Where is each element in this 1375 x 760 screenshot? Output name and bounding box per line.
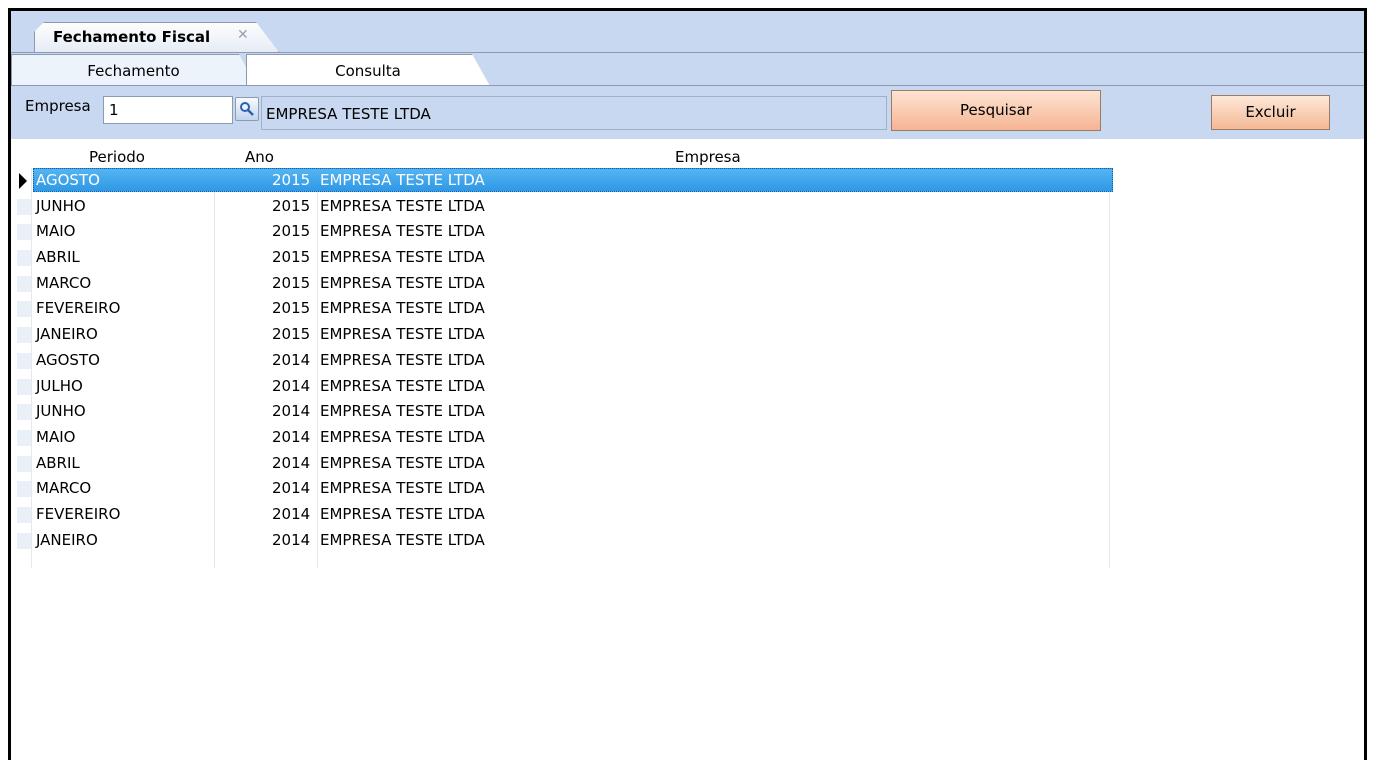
table-row[interactable]: ABRIL 2015 EMPRESA TESTE LTDA: [17, 245, 1103, 271]
close-icon[interactable]: ✕: [237, 27, 249, 43]
cell-ano: 2015: [272, 196, 311, 215]
column-header-periodo[interactable]: Periodo: [89, 148, 145, 166]
cell-empresa: EMPRESA TESTE LTDA: [320, 350, 485, 369]
cell-ano: 2015: [272, 222, 311, 241]
cell-ano: 2014: [272, 376, 311, 395]
row-indicator[interactable]: [17, 429, 31, 446]
cell-empresa: EMPRESA TESTE LTDA: [320, 479, 485, 498]
cell-ano: 2015: [272, 248, 311, 267]
row-indicator[interactable]: [17, 198, 31, 215]
excluir-button[interactable]: Excluir: [1211, 95, 1330, 130]
cell-empresa: EMPRESA TESTE LTDA: [320, 402, 485, 421]
cell-periodo: MARCO: [36, 479, 92, 498]
table-row[interactable]: MAIO 2015 EMPRESA TESTE LTDA: [17, 219, 1103, 245]
cell-periodo: JANEIRO: [36, 325, 98, 344]
pesquisar-button[interactable]: Pesquisar: [891, 90, 1101, 131]
cell-ano: 2014: [272, 479, 311, 498]
cell-periodo: MAIO: [36, 427, 76, 446]
row-indicator[interactable]: [17, 301, 31, 318]
cell-empresa: EMPRESA TESTE LTDA: [320, 427, 485, 446]
row-indicator[interactable]: [17, 455, 31, 472]
table-row[interactable]: JUNHO 2015 EMPRESA TESTE LTDA: [17, 194, 1103, 220]
row-indicator[interactable]: [17, 275, 31, 292]
row-indicator[interactable]: [17, 224, 31, 241]
row-indicator[interactable]: [17, 378, 31, 395]
grid-body: AGOSTO 2015 EMPRESA TESTE LTDA JUNHO 2015 EMP…: [17, 168, 1113, 554]
cell-empresa: EMPRESA TESTE LTDA: [320, 530, 485, 549]
cell-periodo: JUNHO: [36, 196, 86, 215]
grid-header: Periodo Ano Empresa: [17, 144, 1103, 168]
table-row[interactable]: AGOSTO 2014 EMPRESA TESTE LTDA: [17, 348, 1103, 374]
cell-empresa: EMPRESA TESTE LTDA: [320, 299, 485, 318]
empresa-search-button[interactable]: [235, 97, 259, 121]
results-grid[interactable]: Periodo Ano Empresa AGOSTO 2015 EMPRESA TE…: [17, 144, 1113, 568]
cell-empresa: EMPRESA TESTE LTDA: [320, 248, 485, 267]
cell-ano: 2015: [272, 171, 311, 189]
cell-ano: 2015: [272, 325, 311, 344]
document-tab-title[interactable]: Fechamento Fiscal: [53, 28, 210, 46]
cell-periodo: JUNHO: [36, 402, 86, 421]
tab-fechamento[interactable]: Fechamento: [11, 54, 256, 86]
cell-empresa: EMPRESA TESTE LTDA: [320, 196, 485, 215]
cell-periodo: JULHO: [36, 376, 83, 395]
cell-ano: 2014: [272, 453, 311, 472]
row-selection-highlight: [33, 168, 1113, 192]
row-indicator[interactable]: [17, 404, 31, 421]
table-row[interactable]: FEVEREIRO 2014 EMPRESA TESTE LTDA: [17, 502, 1103, 528]
cell-empresa: EMPRESA TESTE LTDA: [320, 325, 485, 344]
table-row[interactable]: MAIO 2014 EMPRESA TESTE LTDA: [17, 425, 1103, 451]
table-row[interactable]: JANEIRO 2015 EMPRESA TESTE LTDA: [17, 322, 1103, 348]
empresa-name-field: EMPRESA TESTE LTDA: [261, 96, 887, 130]
table-row[interactable]: MARCO 2015 EMPRESA TESTE LTDA: [17, 271, 1103, 297]
cell-empresa: EMPRESA TESTE LTDA: [320, 376, 485, 395]
table-row[interactable]: MARCO 2014 EMPRESA TESTE LTDA: [17, 476, 1103, 502]
table-row[interactable]: JANEIRO 2014 EMPRESA TESTE LTDA: [17, 528, 1103, 554]
row-indicator[interactable]: [17, 506, 31, 523]
cell-periodo: MAIO: [36, 222, 76, 241]
cell-periodo: JANEIRO: [36, 530, 98, 549]
app-window: Fechamento Fiscal ✕ Fechamento Consulta …: [8, 8, 1367, 760]
cell-ano: 2015: [272, 273, 311, 292]
table-row[interactable]: JUNHO 2014 EMPRESA TESTE LTDA: [17, 399, 1103, 425]
column-separator: [1109, 168, 1110, 568]
tab-consulta[interactable]: Consulta: [246, 54, 490, 86]
empresa-label: Empresa: [25, 97, 91, 115]
table-row[interactable]: FEVEREIRO 2015 EMPRESA TESTE LTDA: [17, 296, 1103, 322]
cell-ano: 2014: [272, 350, 311, 369]
cell-ano: 2014: [272, 504, 311, 523]
cell-ano: 2014: [272, 427, 311, 446]
cell-empresa: EMPRESA TESTE LTDA: [320, 504, 485, 523]
row-indicator[interactable]: [17, 532, 31, 549]
cell-periodo: ABRIL: [36, 453, 80, 472]
cell-empresa: EMPRESA TESTE LTDA: [320, 453, 485, 472]
cell-periodo: FEVEREIRO: [36, 299, 121, 318]
magnifier-icon: [240, 102, 254, 116]
cell-ano: 2014: [272, 530, 311, 549]
row-indicator[interactable]: [17, 250, 31, 267]
column-header-empresa[interactable]: Empresa: [675, 148, 741, 166]
cell-empresa: EMPRESA TESTE LTDA: [320, 273, 485, 292]
cell-periodo: ABRIL: [36, 248, 80, 267]
current-row-arrow-icon[interactable]: [17, 173, 31, 189]
cell-periodo: MARCO: [36, 273, 92, 292]
cell-ano: 2015: [272, 299, 311, 318]
tab-divider: [11, 85, 1364, 86]
cell-empresa: EMPRESA TESTE LTDA: [320, 171, 485, 189]
table-row[interactable]: ABRIL 2014 EMPRESA TESTE LTDA: [17, 451, 1103, 477]
column-header-ano[interactable]: Ano: [245, 148, 274, 166]
empresa-code-input[interactable]: 1: [103, 96, 233, 124]
cell-ano: 2014: [272, 402, 311, 421]
cell-periodo: FEVEREIRO: [36, 504, 121, 523]
row-indicator[interactable]: [17, 481, 31, 498]
table-row[interactable]: JULHO 2014 EMPRESA TESTE LTDA: [17, 374, 1103, 400]
cell-empresa: EMPRESA TESTE LTDA: [320, 222, 485, 241]
row-indicator[interactable]: [17, 352, 31, 369]
cell-periodo: AGOSTO: [36, 171, 100, 189]
cell-periodo: AGOSTO: [36, 350, 100, 369]
table-row[interactable]: AGOSTO 2015 EMPRESA TESTE LTDA: [17, 168, 1113, 194]
row-indicator[interactable]: [17, 327, 31, 344]
